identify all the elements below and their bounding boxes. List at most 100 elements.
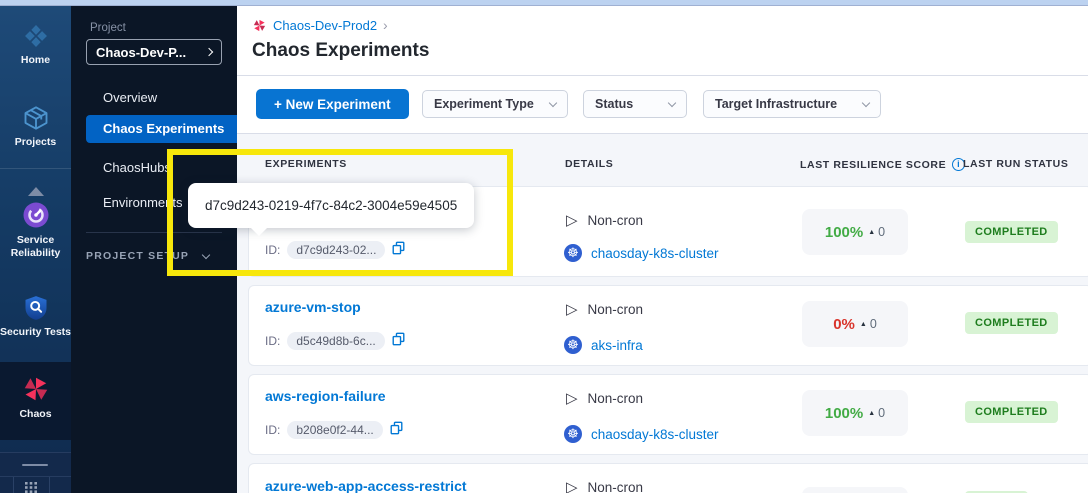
experiment-row[interactable]: aws-region-failure ID: b208e0f2-44... ▷ … <box>248 374 1088 455</box>
delta-up-icon: ▲ <box>860 321 867 328</box>
target-infrastructure-filter-label: Target Infrastructure <box>715 97 837 111</box>
infrastructure-name: chaosday-k8s-cluster <box>591 246 719 261</box>
column-header-experiments: EXPERIMENTS <box>265 158 347 170</box>
infrastructure-link[interactable]: ☸ chaosday-k8s-cluster <box>564 244 719 262</box>
resilience-score-chip: 0% ▲0 <box>802 301 908 347</box>
sidebar-item-chaos[interactable]: Chaos <box>0 374 71 421</box>
new-experiment-button[interactable]: + New Experiment <box>256 89 409 119</box>
sidebar-label-security-tests: Security Tests <box>0 326 71 339</box>
experiment-type-filter-label: Experiment Type <box>434 97 534 111</box>
bottom-bar-divider <box>49 477 50 493</box>
sidebar-item-home[interactable]: Home <box>0 22 71 67</box>
sidebar-label-projects: Projects <box>0 136 71 149</box>
sidebar-label-home: Home <box>0 54 71 67</box>
tooltip-caret <box>250 227 268 236</box>
status-filter[interactable]: Status <box>583 90 687 118</box>
panel-divider <box>86 232 222 233</box>
id-label: ID: <box>265 423 280 437</box>
schedule-type: Non-cron <box>588 302 644 317</box>
main-content: Chaos-Dev-Prod2 › Chaos Experiments + Ne… <box>237 6 1088 493</box>
chevron-down-icon <box>202 251 210 259</box>
copy-icon[interactable] <box>390 421 403 440</box>
infrastructure-link[interactable]: ☸ aks-infra <box>564 336 643 354</box>
non-cron-icon: ▷ <box>566 213 578 228</box>
scroll-up-arrow-icon[interactable] <box>28 187 44 196</box>
project-setup-label: PROJECT SETUP <box>86 250 189 262</box>
breadcrumb: Chaos-Dev-Prod2 › <box>252 17 388 33</box>
breadcrumb-separator: › <box>383 17 388 33</box>
experiment-name-link[interactable]: azure-web-app-access-restrict <box>265 478 467 493</box>
sidebar-item-service-reliability[interactable]: Service Reliability <box>0 200 71 260</box>
sidebar-item-projects[interactable]: Projects <box>0 104 71 149</box>
non-cron-icon: ▷ <box>566 391 578 406</box>
security-tests-shield-icon <box>22 294 50 322</box>
kubernetes-icon: ☸ <box>564 244 582 262</box>
id-label: ID: <box>265 334 280 348</box>
toolbar: + New Experiment Experiment Type Status … <box>237 76 1088 134</box>
column-header-score: LAST RESILIENCE SCORE i <box>800 158 965 171</box>
delta-up-icon: ▲ <box>868 229 875 236</box>
status-badge: COMPLETED <box>965 221 1058 243</box>
sidebar-divider <box>0 168 71 169</box>
chaos-logo-icon <box>21 374 51 404</box>
bottom-bar-divider <box>13 477 14 493</box>
delta-up-icon: ▲ <box>868 410 875 417</box>
experiment-name-link[interactable]: aws-region-failure <box>265 388 386 404</box>
resilience-score-chip: 100% ▲0 <box>802 209 908 255</box>
chevron-down-icon <box>862 98 870 106</box>
experiment-id-chip: d7c9d243-02... <box>287 241 385 259</box>
chevron-down-icon <box>668 98 676 106</box>
resilience-score-value: 100% <box>825 405 863 422</box>
sidebar-bottom-bar <box>0 477 71 493</box>
module-sidebar: Home Projects Service Reliability <box>0 6 71 493</box>
breadcrumb-project-link[interactable]: Chaos-Dev-Prod2 <box>273 18 377 33</box>
page-header: Chaos-Dev-Prod2 › Chaos Experiments <box>237 6 1088 76</box>
experiment-row[interactable]: azure-web-app-access-restrict ▷ Non-cron <box>248 463 1088 493</box>
infrastructure-name: chaosday-k8s-cluster <box>591 427 719 442</box>
projects-cube-icon <box>22 104 50 132</box>
experiment-name-link[interactable]: azure-vm-stop <box>265 299 361 315</box>
collapse-dash-icon <box>22 464 48 466</box>
sidebar-collapse-cell[interactable] <box>0 452 71 477</box>
score-delta-value: 0 <box>878 406 885 420</box>
experiment-type-filter[interactable]: Experiment Type <box>422 90 568 118</box>
status-badge: COMPLETED <box>965 312 1058 334</box>
copy-icon[interactable] <box>392 241 405 260</box>
resilience-score-chip: 100% ▲0 <box>802 390 908 436</box>
app-grid-icon[interactable] <box>25 480 37 493</box>
project-setup-section[interactable]: PROJECT SETUP <box>86 250 226 262</box>
project-selector[interactable]: Chaos-Dev-P... <box>86 39 222 65</box>
sidebar-item-security-tests[interactable]: Security Tests <box>0 294 71 339</box>
nav-item-overview[interactable]: Overview <box>71 84 237 112</box>
page-title: Chaos Experiments <box>252 40 429 62</box>
kubernetes-icon: ☸ <box>564 336 582 354</box>
kubernetes-icon: ☸ <box>564 425 582 443</box>
column-header-status: LAST RUN STATUS <box>963 158 1068 170</box>
infrastructure-link[interactable]: ☸ chaosday-k8s-cluster <box>564 425 719 443</box>
id-label: ID: <box>265 243 280 257</box>
project-section-label: Project <box>90 22 126 34</box>
copy-icon[interactable] <box>392 332 405 351</box>
resilience-score-value: 0% <box>833 316 855 333</box>
target-infrastructure-filter[interactable]: Target Infrastructure <box>703 90 881 118</box>
resilience-score-chip <box>802 487 908 493</box>
chevron-right-icon <box>205 48 213 56</box>
status-badge: COMPLETED <box>965 401 1058 423</box>
experiment-id-chip: d5c49d8b-6c... <box>287 332 384 350</box>
home-icon <box>22 22 50 50</box>
status-filter-label: Status <box>595 97 633 111</box>
experiment-id-chip: b208e0f2-44... <box>287 421 382 439</box>
experiment-row[interactable]: azure-vm-stop ID: d5c49d8b-6c... ▷ Non-c… <box>248 285 1088 366</box>
nav-item-chaos-experiments[interactable]: Chaos Experiments <box>86 115 237 143</box>
chaos-breadcrumb-icon <box>252 18 267 33</box>
sidebar-label-chaos: Chaos <box>0 408 71 421</box>
project-selector-value: Chaos-Dev-P... <box>96 45 206 60</box>
chevron-down-icon <box>549 98 557 106</box>
column-header-score-label: LAST RESILIENCE SCORE <box>800 159 946 171</box>
column-header-details: DETAILS <box>565 158 613 170</box>
nav-item-chaoshubs[interactable]: ChaosHubs <box>71 154 237 182</box>
sidebar-label-service-reliability: Service Reliability <box>6 234 66 260</box>
score-delta-value: 0 <box>878 225 885 239</box>
id-tooltip-text: d7c9d243-0219-4f7c-84c2-3004e59e4505 <box>205 198 457 213</box>
non-cron-icon: ▷ <box>566 480 578 493</box>
